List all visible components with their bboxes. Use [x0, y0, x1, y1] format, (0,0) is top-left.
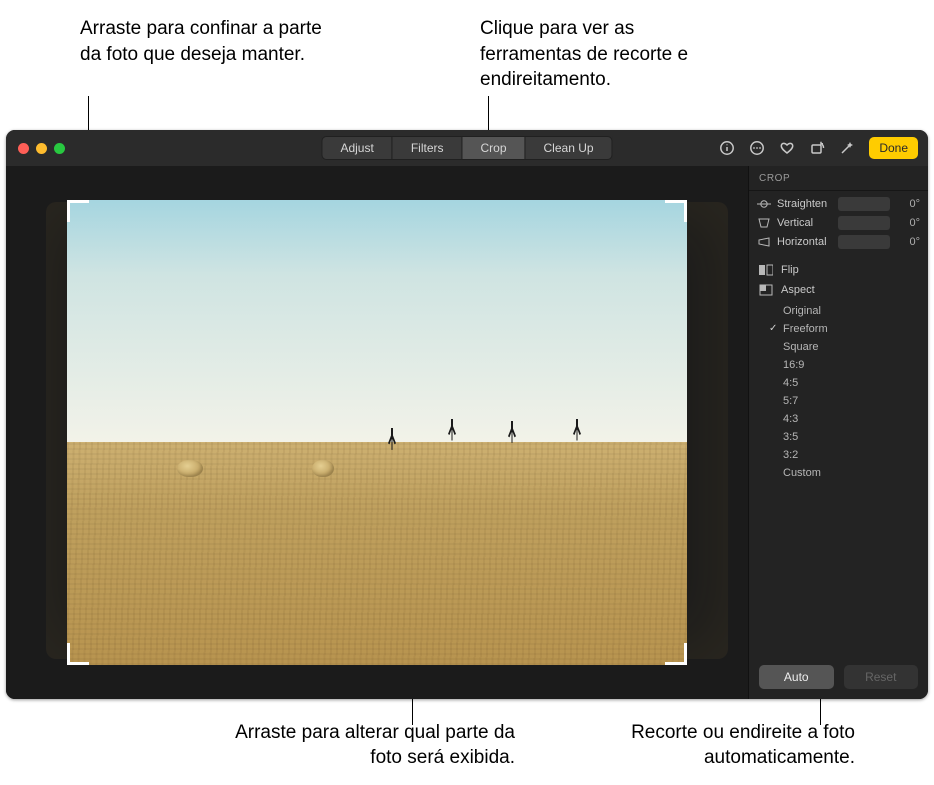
crop-handle-top-left[interactable] — [67, 200, 89, 222]
aspect-label: Aspect — [781, 284, 815, 296]
crop-inspector: CROP Straighten 0° Vertical 0° Horizont — [748, 166, 928, 699]
flip-label: Flip — [781, 264, 799, 276]
app-window: Adjust Filters Crop Clean Up Done — [6, 130, 928, 699]
flip-icon — [759, 264, 773, 276]
zoom-icon[interactable] — [54, 143, 65, 154]
toolbar-actions: Done — [719, 137, 918, 159]
aspect-3-5[interactable]: 3:5 — [783, 428, 920, 446]
horizontal-perspective-icon — [757, 237, 771, 247]
aspect-3-2[interactable]: 3:2 — [783, 446, 920, 464]
vertical-row: Vertical 0° — [757, 216, 920, 230]
callout-move-photo: Arraste para alterar qual parte da foto … — [215, 720, 515, 771]
rotate-icon[interactable] — [809, 140, 825, 156]
horizontal-label: Horizontal — [777, 236, 832, 248]
inspector-footer: Auto Reset — [749, 655, 928, 699]
inspector-title: CROP — [749, 166, 928, 191]
window-toolbar: Adjust Filters Crop Clean Up Done — [6, 130, 928, 166]
callout-crop-handle: Arraste para confinar a parte da foto qu… — [80, 16, 340, 67]
tab-filters[interactable]: Filters — [392, 136, 462, 160]
window-controls — [18, 143, 65, 154]
photo-canvas[interactable] — [67, 200, 687, 665]
info-icon[interactable] — [719, 140, 735, 156]
aspect-16-9[interactable]: 16:9 — [783, 356, 920, 374]
minimize-icon[interactable] — [36, 143, 47, 154]
done-button[interactable]: Done — [869, 137, 918, 159]
workarea: CROP Straighten 0° Vertical 0° Horizont — [6, 166, 928, 699]
reset-button[interactable]: Reset — [844, 665, 919, 689]
photo-sky — [67, 200, 687, 451]
crop-handle-bottom-right[interactable] — [665, 643, 687, 665]
straighten-value: 0° — [896, 198, 920, 210]
crop-handle-bottom-left[interactable] — [67, 643, 89, 665]
inspector-body: Straighten 0° Vertical 0° Horizontal 0° — [749, 191, 928, 655]
vertical-slider[interactable] — [838, 216, 890, 230]
callout-crop-tab: Clique para ver as ferramentas de recort… — [480, 16, 740, 93]
aspect-options: Original Freeform Square 16:9 4:5 5:7 4:… — [757, 300, 920, 482]
vertical-value: 0° — [896, 217, 920, 229]
enhance-icon[interactable] — [839, 140, 855, 156]
aspect-4-5[interactable]: 4:5 — [783, 374, 920, 392]
aspect-square[interactable]: Square — [783, 338, 920, 356]
horizontal-slider[interactable] — [838, 235, 890, 249]
aspect-freeform[interactable]: Freeform — [783, 320, 920, 338]
aspect-row[interactable]: Aspect — [757, 280, 920, 300]
straighten-slider[interactable] — [838, 197, 890, 211]
vertical-perspective-icon — [757, 218, 771, 228]
tab-crop[interactable]: Crop — [461, 136, 524, 160]
aspect-icon — [759, 284, 773, 296]
tab-cleanup[interactable]: Clean Up — [525, 136, 613, 160]
aspect-5-7[interactable]: 5:7 — [783, 392, 920, 410]
leader-line — [820, 695, 821, 725]
aspect-4-3[interactable]: 4:3 — [783, 410, 920, 428]
straighten-icon — [757, 199, 771, 209]
horizontal-value: 0° — [896, 236, 920, 248]
flip-row[interactable]: Flip — [757, 260, 920, 280]
horizontal-row: Horizontal 0° — [757, 235, 920, 249]
close-icon[interactable] — [18, 143, 29, 154]
aspect-custom[interactable]: Custom — [783, 464, 920, 482]
favorite-icon[interactable] — [779, 140, 795, 156]
straighten-row: Straighten 0° — [757, 197, 920, 211]
callout-auto-crop: Recorte ou endireite a foto automaticame… — [595, 720, 855, 771]
auto-button[interactable]: Auto — [759, 665, 834, 689]
vertical-label: Vertical — [777, 217, 832, 229]
aspect-original[interactable]: Original — [783, 302, 920, 320]
tab-adjust[interactable]: Adjust — [321, 136, 391, 160]
more-icon[interactable] — [749, 140, 765, 156]
canvas-area — [6, 166, 748, 699]
crop-handle-top-right[interactable] — [665, 200, 687, 222]
photo-field — [67, 442, 687, 665]
edit-mode-tabs: Adjust Filters Crop Clean Up — [321, 136, 612, 160]
straighten-label: Straighten — [777, 198, 832, 210]
